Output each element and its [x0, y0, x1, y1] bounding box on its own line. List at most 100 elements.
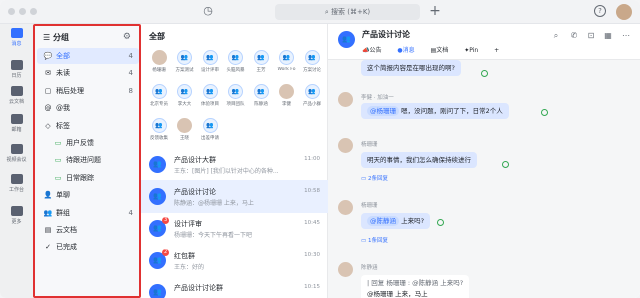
- rail-item-1[interactable]: 日历: [0, 60, 33, 86]
- search-icon[interactable]: ⌕: [551, 31, 561, 41]
- maximize-window-button[interactable]: [30, 8, 37, 15]
- chat-list-item[interactable]: 👥 产品设计讨论群 10:15: [141, 276, 328, 298]
- menu-fold-icon[interactable]: ☰: [43, 33, 53, 42]
- sender-name: 杨珊珊: [361, 203, 378, 209]
- phone-icon[interactable]: ✆: [569, 31, 579, 41]
- avatar: 👥: [304, 84, 320, 99]
- contact-name: 王晓: [180, 136, 189, 141]
- rail-item-5[interactable]: 工作台: [0, 174, 33, 200]
- chat-name: 产品设计讨论: [174, 188, 216, 196]
- quick-contact[interactable]: 👥 王芳: [250, 50, 272, 80]
- chat-list-item[interactable]: 👥 2 红包群 王东：好的 10:30: [141, 244, 328, 277]
- quick-contact[interactable]: 👥 方案讨论: [301, 50, 323, 80]
- message-bubble[interactable]: @杨珊珊 嗯，没问题，刚问了下，日常2个人: [361, 103, 509, 119]
- sidebar-item[interactable]: ◇ 标签: [37, 118, 139, 134]
- search-input[interactable]: ⌕ 搜索 (⌘+K): [275, 4, 420, 20]
- sidebar-item[interactable]: 💬 全部 4: [37, 48, 139, 64]
- pin-icon[interactable]: ⊡: [586, 31, 596, 41]
- message-bubble[interactable]: 这个简报内容是在哪出现的啊?: [361, 60, 461, 76]
- tab-messages[interactable]: ●消息: [397, 47, 421, 54]
- quick-contact[interactable]: 👥 反馈收集: [148, 118, 170, 148]
- mention-tag[interactable]: @杨珊珊: [367, 106, 399, 116]
- quick-contact[interactable]: 李健: [276, 84, 298, 114]
- more-icon: [10, 206, 23, 216]
- sidebar-item[interactable]: @ @我: [37, 100, 139, 116]
- more-icon[interactable]: ⋯: [621, 31, 631, 41]
- sidebar-item[interactable]: ✓ 已完成: [37, 239, 139, 255]
- rail-item-6[interactable]: 更多: [0, 206, 33, 232]
- sidebar-item-icon: @: [44, 104, 52, 113]
- mention-tag[interactable]: @陈静涵: [367, 216, 399, 226]
- rail-item-3[interactable]: 邮箱: [0, 114, 33, 140]
- quick-contact[interactable]: 👥 出差申请: [199, 118, 221, 148]
- tab-docs[interactable]: ▤文档: [431, 47, 456, 54]
- avatar[interactable]: [338, 92, 353, 107]
- read-receipt-icon: [541, 109, 548, 116]
- sidebar-item-label: 云文档: [56, 226, 77, 234]
- avatar[interactable]: [338, 138, 353, 153]
- avatar[interactable]: [338, 200, 353, 215]
- message-bubble[interactable]: @陈静涵 上来吗?: [361, 213, 431, 229]
- gear-icon[interactable]: ⚙: [123, 32, 131, 42]
- avatar: 👥: [177, 50, 192, 65]
- quick-contact[interactable]: 👥 Work Fo: [276, 50, 298, 80]
- contact-name: 方案讨论: [303, 68, 321, 73]
- tab-label: 文档: [436, 47, 449, 54]
- quick-contact[interactable]: 👥 方案测试: [174, 50, 196, 80]
- avatar: 👥: [151, 118, 167, 133]
- close-window-button[interactable]: [8, 8, 15, 15]
- minimize-window-button[interactable]: [19, 8, 26, 15]
- calendar-icon[interactable]: ▦: [603, 31, 613, 41]
- quick-contact[interactable]: 王晓: [174, 118, 196, 148]
- rail-item-0[interactable]: 消息: [0, 28, 33, 54]
- tab-label: Pin: [469, 47, 479, 54]
- avatar: 👥: [202, 118, 218, 133]
- help-icon[interactable]: ?: [594, 5, 606, 17]
- sidebar-item[interactable]: ▤ 云文档: [37, 222, 139, 238]
- read-receipt-icon: [481, 70, 488, 77]
- add-tab-icon[interactable]: +: [494, 47, 499, 54]
- sidebar-item[interactable]: ✉ 未读 4: [37, 65, 139, 81]
- sidebar-item[interactable]: ▭ 日常跟踪: [37, 170, 139, 186]
- sidebar-item-label: 日常跟踪: [66, 173, 94, 182]
- quick-contact[interactable]: 👥 体验项目: [199, 84, 221, 114]
- avatar: [177, 118, 192, 133]
- chat-list-item[interactable]: 👥 产品设计大群 王东：[图片] [我们以针对中心的各种... 11:00: [141, 148, 328, 181]
- sidebar-item[interactable]: 👤 单聊: [37, 187, 139, 203]
- quick-contact[interactable]: 👥 产品小群: [301, 84, 323, 114]
- quick-contact[interactable]: 👥 陈静涵: [250, 84, 272, 114]
- contact-name: 反馈收集: [150, 136, 168, 141]
- sidebar-item[interactable]: 👥 群组 4: [37, 205, 139, 221]
- message-bubble[interactable]: | 回复 杨珊珊 : @陈静涵 上来吗? @杨珊珊 上来，马上: [361, 275, 470, 298]
- clock-icon[interactable]: ◷: [201, 4, 215, 18]
- sidebar-item[interactable]: ▭ 用户反馈: [37, 135, 139, 151]
- chat-preview: 王东：好的: [174, 264, 205, 271]
- rail-item-4[interactable]: 视频会议: [0, 144, 33, 170]
- reply-count-link[interactable]: ▭ 2条回复: [361, 174, 388, 182]
- avatar: 👥: [151, 84, 167, 99]
- sidebar-item[interactable]: ▢ 稍后处理 8: [37, 83, 139, 99]
- video-icon: [10, 144, 23, 154]
- sidebar-item-icon: ▭: [54, 139, 62, 147]
- quick-contact[interactable]: 👥 设计评审: [199, 50, 221, 80]
- quick-contact[interactable]: 杨珊珊: [148, 50, 170, 80]
- sidebar-item[interactable]: ▭ 待跟进问题: [37, 152, 139, 168]
- chat-list-item[interactable]: 👥 产品设计讨论 陈静涵：@杨珊珊 上来，马上 10:58: [141, 180, 328, 213]
- sidebar-item-icon: 💬: [43, 52, 53, 60]
- tab-announcement[interactable]: 📣公告: [362, 47, 389, 54]
- plus-icon[interactable]: +: [428, 3, 442, 19]
- avatar[interactable]: [616, 4, 632, 20]
- rail-item-2[interactable]: 云文档: [0, 86, 33, 112]
- quick-contact[interactable]: 👥 北京专员: [148, 84, 170, 114]
- message-bubble[interactable]: 明天的事情，我们怎么确保持续进行: [361, 152, 477, 168]
- avatar[interactable]: [338, 262, 353, 277]
- reply-count-link[interactable]: ▭ 1条回复: [361, 236, 388, 244]
- tab-pin[interactable]: ✦Pin: [464, 47, 485, 54]
- quick-contact[interactable]: 👥 李大大: [174, 84, 196, 114]
- group-avatar[interactable]: 👥: [338, 31, 355, 48]
- quick-contact[interactable]: 👥 项目团队: [225, 84, 247, 114]
- chat-list-item[interactable]: 👥 3 设计评审 杨珊珊：今天下午再看一下吧 10:45: [141, 212, 328, 245]
- contact-name: 方案测试: [175, 68, 194, 73]
- contact-name: 设计评审: [201, 68, 219, 73]
- quick-contact[interactable]: 👥 头脑风暴: [225, 50, 247, 80]
